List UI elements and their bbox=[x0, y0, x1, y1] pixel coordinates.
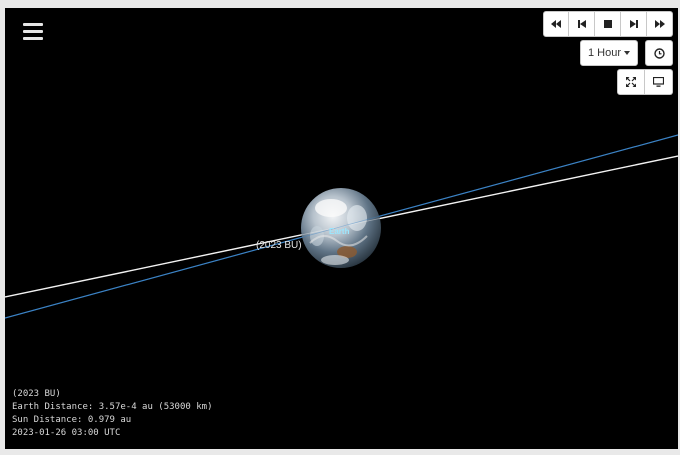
info-datetime: 2023-01-26 03:00 UTC bbox=[12, 428, 121, 438]
step-forward-button[interactable] bbox=[621, 11, 647, 37]
time-step-dropdown[interactable]: 1 Hour bbox=[580, 40, 638, 66]
orbit-viewer-canvas[interactable]: (2023 BU) Earth 1 Hour (2023 BU) Earth D… bbox=[5, 8, 678, 449]
fast-forward-button[interactable] bbox=[647, 11, 673, 37]
fullscreen-icon bbox=[626, 77, 636, 87]
clock-icon bbox=[653, 47, 665, 59]
current-time-button[interactable] bbox=[645, 40, 673, 66]
step-backward-icon bbox=[577, 20, 586, 28]
fast-backward-button[interactable] bbox=[543, 11, 569, 37]
earth-label: Earth bbox=[329, 227, 350, 236]
fast-backward-icon bbox=[551, 20, 561, 28]
fullscreen-button[interactable] bbox=[617, 69, 645, 95]
stop-icon bbox=[603, 20, 612, 28]
caret-down-icon bbox=[624, 51, 631, 55]
step-forward-icon bbox=[629, 20, 638, 28]
stop-button[interactable] bbox=[595, 11, 621, 37]
info-object-name: (2023 BU) bbox=[12, 389, 61, 399]
monitor-icon bbox=[653, 77, 664, 87]
view-controls bbox=[617, 69, 673, 95]
step-backward-button[interactable] bbox=[569, 11, 595, 37]
info-earth-distance: Earth Distance: 3.57e-4 au (53000 km) bbox=[12, 402, 213, 412]
playback-controls bbox=[543, 11, 673, 37]
display-settings-button[interactable] bbox=[645, 69, 673, 95]
info-sun-distance: Sun Distance: 0.979 au bbox=[12, 415, 132, 425]
asteroid-label: (2023 BU) bbox=[256, 240, 302, 251]
object-info-panel: (2023 BU) Earth Distance: 3.57e-4 au (53… bbox=[12, 388, 212, 440]
time-step-label: 1 Hour bbox=[587, 47, 622, 59]
hamburger-menu-icon[interactable] bbox=[23, 23, 43, 41]
fast-forward-icon bbox=[654, 20, 665, 28]
